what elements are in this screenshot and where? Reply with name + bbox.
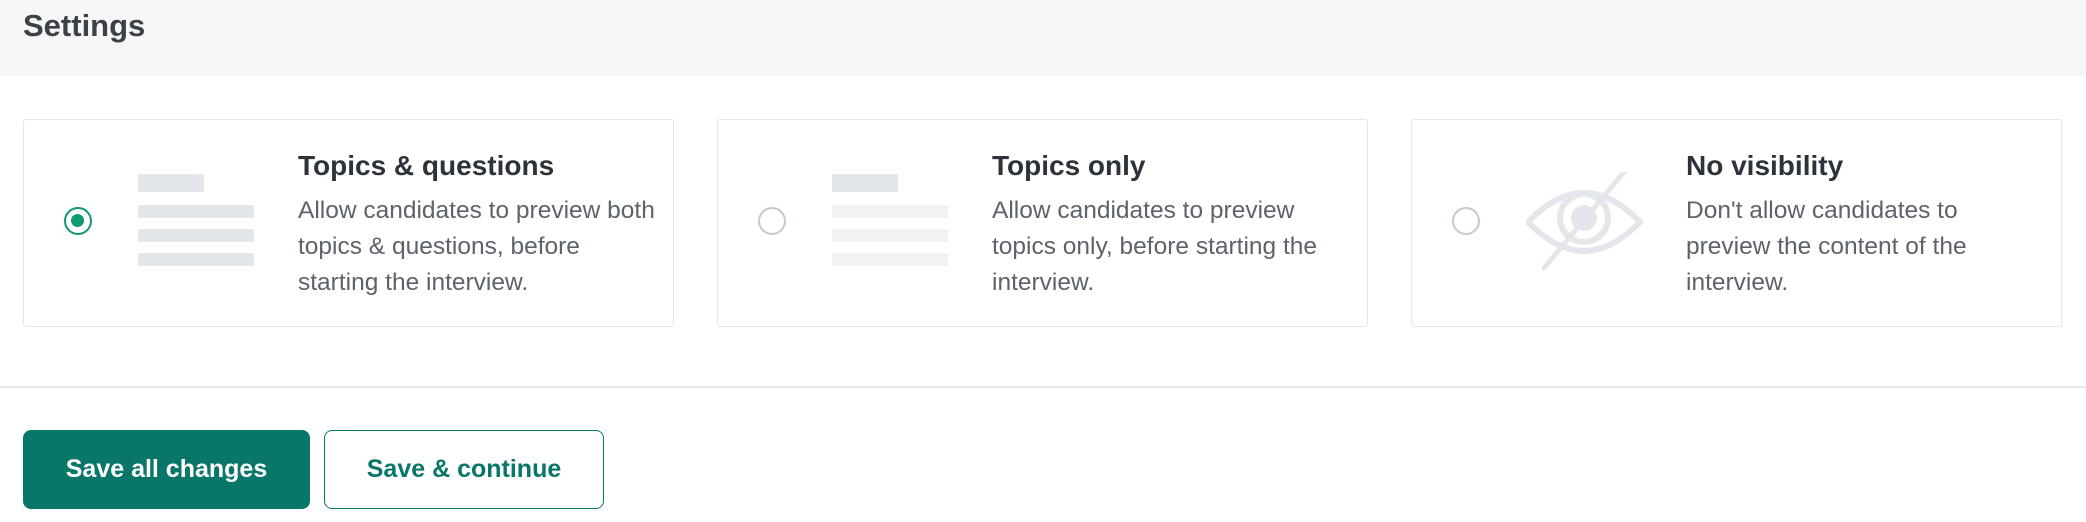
page-title: Settings — [23, 8, 146, 43]
option-card-topics-questions[interactable]: Topics & questions Allow candidates to p… — [23, 119, 674, 327]
option-card-topics-only[interactable]: Topics only Allow candidates to preview … — [717, 119, 1368, 327]
divider — [0, 386, 2086, 388]
option-title: No visibility — [1686, 150, 1844, 181]
option-description: Don't allow candidates to preview the co… — [1686, 197, 1967, 296]
save-continue-button[interactable]: Save & continue — [324, 430, 604, 509]
settings-header: Settings — [0, 0, 2086, 76]
option-description: Allow candidates to preview topics only,… — [992, 197, 1318, 296]
radio-topics-questions[interactable] — [64, 207, 92, 235]
option-title: Topics only — [992, 150, 1146, 181]
topics-only-illustration-icon — [832, 174, 952, 274]
eye-slash-icon — [1523, 169, 1646, 272]
radio-topics-only[interactable] — [758, 207, 786, 235]
radio-no-visibility[interactable] — [1452, 207, 1480, 235]
save-all-changes-button[interactable]: Save all changes — [23, 430, 310, 509]
option-description: Allow candidates to preview both topics … — [298, 197, 655, 296]
option-card-no-visibility[interactable]: No visibility Don't allow candidates to … — [1411, 119, 2062, 327]
topics-questions-illustration-icon — [138, 174, 258, 274]
option-title: Topics & questions — [298, 150, 555, 181]
